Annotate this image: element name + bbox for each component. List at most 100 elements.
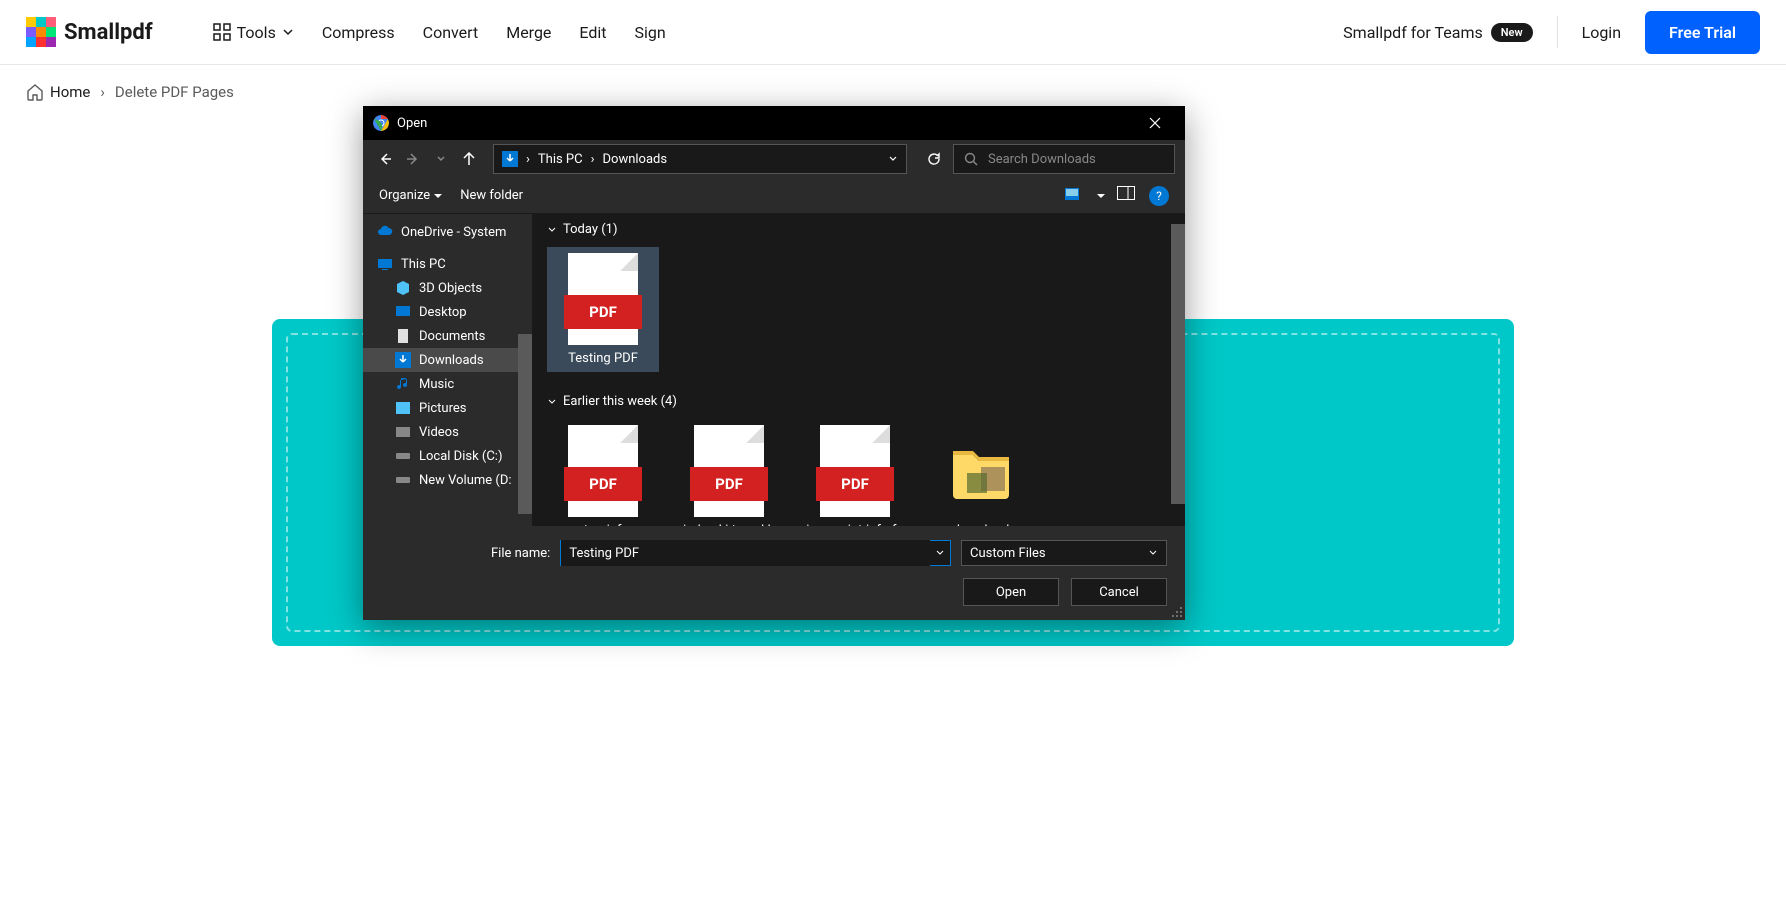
sidebar-item-music[interactable]: Music bbox=[363, 372, 532, 396]
sidebar-item-onedrive[interactable]: OneDrive - System bbox=[363, 220, 532, 244]
nav-tools-label: Tools bbox=[237, 23, 276, 42]
sidebar-scrollbar[interactable] bbox=[518, 334, 532, 514]
sidebar-item-local-disk-c[interactable]: Local Disk (C:) bbox=[363, 444, 532, 468]
app-header: Smallpdf Tools Compress Convert Merge Ed… bbox=[0, 0, 1786, 65]
cube-icon bbox=[395, 280, 411, 296]
nav-forward-button[interactable] bbox=[401, 147, 425, 171]
breadcrumb-current: Delete PDF Pages bbox=[115, 83, 234, 101]
file-storeinfo[interactable]: PDF storeinfo bbox=[547, 419, 659, 526]
new-folder-button[interactable]: New folder bbox=[460, 188, 523, 203]
filename-row: File name: Custom Files bbox=[381, 540, 1167, 566]
dialog-toolbar: Organize New folder ? bbox=[363, 178, 1185, 214]
help-button[interactable]: ? bbox=[1149, 186, 1169, 206]
file-label: javascript-info-fu bbox=[806, 523, 903, 526]
caret-down-icon[interactable] bbox=[1097, 192, 1105, 200]
group-week-label: Earlier this week (4) bbox=[563, 394, 677, 409]
logo[interactable]: Smallpdf bbox=[26, 17, 153, 47]
dialog-footer: File name: Custom Files Open Cancel bbox=[363, 526, 1185, 620]
chevron-down-icon bbox=[436, 154, 446, 164]
path-root[interactable]: This PC bbox=[538, 152, 583, 167]
refresh-icon bbox=[927, 152, 941, 166]
sidebar-item-videos[interactable]: Videos bbox=[363, 420, 532, 444]
nav-convert[interactable]: Convert bbox=[423, 23, 479, 42]
divider bbox=[1557, 16, 1558, 48]
file-area-scrollbar[interactable] bbox=[1171, 224, 1185, 504]
music-icon bbox=[395, 376, 411, 392]
file-testing-pdf[interactable]: PDF Testing PDF bbox=[547, 247, 659, 372]
path-bar[interactable]: › This PC › Downloads bbox=[493, 144, 907, 174]
refresh-button[interactable] bbox=[919, 144, 949, 174]
sidebar-music-label: Music bbox=[419, 377, 454, 392]
group-today[interactable]: Today (1) bbox=[533, 214, 1185, 241]
nav-up-button[interactable] bbox=[457, 147, 481, 171]
organize-button[interactable]: Organize bbox=[379, 188, 442, 203]
group-week[interactable]: Earlier this week (4) bbox=[533, 386, 1185, 413]
chevron-down-icon[interactable] bbox=[888, 154, 898, 164]
path-current[interactable]: Downloads bbox=[603, 152, 668, 167]
sidebar-item-new-volume-d[interactable]: New Volume (D: bbox=[363, 468, 532, 492]
preview-pane-button[interactable] bbox=[1117, 186, 1137, 206]
free-trial-button[interactable]: Free Trial bbox=[1645, 11, 1760, 54]
filter-label: Custom Files bbox=[970, 546, 1046, 561]
file-grid-week: PDF storeinfo PDF jadoo ki tareekh PDF j… bbox=[533, 413, 1185, 526]
file-list: Today (1) PDF Testing PDF Earlier this w… bbox=[533, 214, 1185, 526]
filetype-filter[interactable]: Custom Files bbox=[961, 540, 1167, 566]
breadcrumb-home-label: Home bbox=[50, 83, 90, 101]
thumbnails-icon bbox=[1065, 186, 1085, 202]
file-download-folder[interactable]: download bbox=[925, 419, 1037, 526]
pane-icon bbox=[1117, 186, 1135, 200]
chevron-down-icon bbox=[547, 225, 557, 235]
group-today-label: Today (1) bbox=[563, 222, 618, 237]
filename-label: File name: bbox=[491, 546, 550, 561]
sidebar-local-c-label: Local Disk (C:) bbox=[419, 449, 502, 464]
sidebar-item-downloads[interactable]: Downloads bbox=[363, 348, 532, 372]
chevron-down-icon bbox=[1148, 548, 1158, 558]
caret-down-icon bbox=[434, 192, 442, 200]
file-grid-today: PDF Testing PDF bbox=[533, 241, 1185, 386]
cancel-button[interactable]: Cancel bbox=[1071, 578, 1167, 606]
file-jadoo[interactable]: PDF jadoo ki tareekh bbox=[673, 419, 785, 526]
nav-back-button[interactable] bbox=[373, 147, 397, 171]
file-label: storeinfo bbox=[577, 523, 629, 526]
breadcrumb-home[interactable]: Home bbox=[26, 83, 90, 101]
nav-sign[interactable]: Sign bbox=[635, 23, 666, 42]
filename-dropdown[interactable] bbox=[930, 548, 950, 558]
resize-grip-icon[interactable] bbox=[1171, 606, 1183, 618]
logo-text: Smallpdf bbox=[64, 20, 153, 45]
open-button[interactable]: Open bbox=[963, 578, 1059, 606]
sidebar-item-this-pc[interactable]: This PC bbox=[363, 252, 532, 276]
sidebar-item-desktop[interactable]: Desktop bbox=[363, 300, 532, 324]
sidebar-new-vol-d-label: New Volume (D: bbox=[419, 473, 512, 488]
nav-merge[interactable]: Merge bbox=[506, 23, 551, 42]
file-javascript-info[interactable]: PDF javascript-info-fu bbox=[799, 419, 911, 526]
sidebar-item-3d-objects[interactable]: 3D Objects bbox=[363, 276, 532, 300]
sidebar-item-pictures[interactable]: Pictures bbox=[363, 396, 532, 420]
nav-edit[interactable]: Edit bbox=[579, 23, 606, 42]
dialog-nav-row: › This PC › Downloads Search Downloads bbox=[363, 140, 1185, 178]
arrow-left-icon bbox=[378, 152, 392, 166]
chevron-down-icon bbox=[282, 26, 294, 38]
pictures-icon bbox=[395, 400, 411, 416]
pdf-thumb-icon: PDF bbox=[568, 425, 638, 517]
new-badge: New bbox=[1491, 23, 1533, 42]
videos-icon bbox=[395, 424, 411, 440]
login-link[interactable]: Login bbox=[1582, 23, 1621, 42]
sidebar-desktop-label: Desktop bbox=[419, 305, 467, 320]
search-box[interactable]: Search Downloads bbox=[953, 144, 1175, 174]
sidebar-pictures-label: Pictures bbox=[419, 401, 466, 416]
sidebar-item-documents[interactable]: Documents bbox=[363, 324, 532, 348]
sidebar-this-pc-label: This PC bbox=[401, 257, 446, 272]
pc-icon bbox=[377, 256, 393, 272]
pdf-thumb-icon: PDF bbox=[694, 425, 764, 517]
filename-input[interactable] bbox=[561, 540, 930, 566]
nav-compress[interactable]: Compress bbox=[322, 23, 395, 42]
teams-link[interactable]: Smallpdf for Teams New bbox=[1343, 23, 1532, 42]
file-label: jadoo ki tareekh bbox=[683, 523, 775, 526]
nav-tools[interactable]: Tools bbox=[213, 23, 294, 42]
arrow-right-icon bbox=[406, 152, 420, 166]
view-mode-button[interactable] bbox=[1065, 186, 1085, 206]
nav-recent-button[interactable] bbox=[429, 147, 453, 171]
dialog-titlebar[interactable]: Open bbox=[363, 106, 1185, 140]
dialog-close-button[interactable] bbox=[1135, 106, 1175, 140]
sidebar-3d-label: 3D Objects bbox=[419, 281, 482, 296]
